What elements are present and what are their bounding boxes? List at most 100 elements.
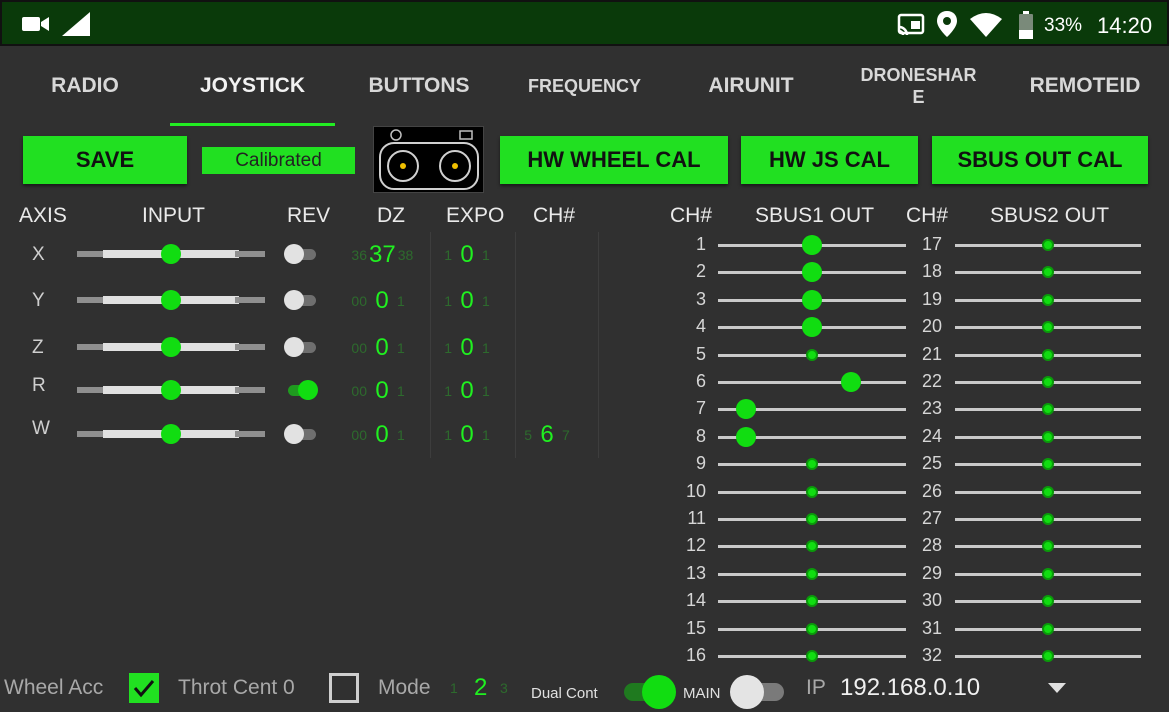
mode-picker[interactable]: 1 2 3 bbox=[450, 673, 514, 703]
picker-next: 1 bbox=[482, 340, 490, 356]
dual-cont-label: Dual Cont bbox=[531, 685, 598, 702]
picker-prev: 1 bbox=[444, 293, 452, 309]
dual-cont-toggle[interactable] bbox=[622, 675, 678, 709]
dz-picker[interactable]: 00 0 1 bbox=[345, 333, 411, 363]
expo-picker[interactable]: 101 bbox=[430, 376, 496, 406]
slider-thumb[interactable] bbox=[161, 424, 181, 444]
wheel-acc-checkbox[interactable] bbox=[129, 673, 159, 703]
tab-frequency[interactable]: FREQUENCY bbox=[503, 50, 666, 122]
picker-prev: 5 bbox=[524, 427, 532, 443]
tab-joystick[interactable]: JOYSTICK bbox=[170, 50, 335, 122]
picker-prev: 1 bbox=[444, 247, 452, 263]
slider-thumb[interactable] bbox=[161, 380, 181, 400]
battery-icon bbox=[1019, 11, 1033, 39]
ip-value[interactable]: 192.168.0.10 bbox=[840, 674, 980, 702]
sbus-channel-number: 18 bbox=[921, 261, 942, 282]
axis-label: Z bbox=[32, 337, 44, 358]
header-rev: REV bbox=[287, 204, 331, 227]
main-toggle[interactable] bbox=[730, 675, 786, 709]
save-button[interactable]: SAVE bbox=[23, 136, 187, 184]
axis-rev-toggle[interactable] bbox=[284, 335, 318, 359]
sbus-channel-bar bbox=[955, 536, 1141, 556]
sbus-channel-number: 8 bbox=[695, 425, 706, 446]
dropdown-arrow-icon[interactable] bbox=[1048, 683, 1066, 695]
picker-next: 1 bbox=[482, 247, 490, 263]
dz-picker[interactable]: 00 0 1 bbox=[345, 420, 411, 450]
sbus-bar-marker bbox=[1042, 348, 1054, 361]
sbus-channel-bar bbox=[718, 482, 906, 502]
picker-value: 0 bbox=[460, 377, 474, 404]
sbus-channel-number: 17 bbox=[921, 234, 942, 254]
slider-track-right bbox=[234, 251, 265, 257]
sbus-channel-bar bbox=[718, 317, 906, 338]
ch-picker[interactable] bbox=[510, 240, 576, 270]
mode-prev: 1 bbox=[450, 680, 458, 696]
picker-value: 0 bbox=[460, 334, 474, 361]
ch-picker[interactable] bbox=[510, 333, 576, 363]
dz-picker[interactable]: 00 0 1 bbox=[345, 286, 411, 316]
sbus-bar-marker bbox=[1042, 485, 1054, 498]
axis-rev-toggle[interactable] bbox=[284, 288, 318, 312]
axis-rev-toggle[interactable] bbox=[284, 378, 318, 402]
expo-picker[interactable]: 101 bbox=[430, 286, 496, 316]
sbus-channel-bar bbox=[718, 509, 906, 529]
sbus-bar-marker bbox=[802, 262, 822, 283]
expo-picker[interactable]: 101 bbox=[430, 420, 496, 450]
header-sbus1-out: SBUS1 OUT bbox=[755, 204, 875, 227]
sbus-channel-bar bbox=[718, 536, 906, 556]
sbus-out-cal-button[interactable]: SBUS OUT CAL bbox=[932, 136, 1148, 184]
dz-picker[interactable]: 36 37 38 bbox=[345, 240, 414, 270]
tab-droneshare[interactable]: DRONESHAR E bbox=[846, 50, 991, 122]
expo-picker[interactable]: 101 bbox=[430, 240, 496, 270]
ch-picker[interactable]: 567 bbox=[510, 420, 576, 450]
axis-rev-toggle[interactable] bbox=[284, 422, 318, 446]
tab-buttons[interactable]: BUTTONS bbox=[345, 50, 493, 122]
tab-airunit[interactable]: AIRUNIT bbox=[676, 50, 826, 122]
ch-picker[interactable] bbox=[510, 376, 576, 406]
mode-label: Mode bbox=[378, 676, 431, 699]
hw-js-cal-button[interactable]: HW JS CAL bbox=[741, 136, 918, 184]
axis-input-slider[interactable] bbox=[77, 335, 265, 359]
sbus-channel-bar bbox=[718, 454, 906, 474]
picker-value: 6 bbox=[540, 421, 554, 448]
axis-rev-toggle[interactable] bbox=[284, 242, 318, 266]
sbus-bar-marker bbox=[1042, 403, 1054, 416]
sbus-channel-number: 27 bbox=[921, 508, 942, 528]
sbus-channel-number: 7 bbox=[695, 398, 706, 419]
header-ch-sbus2: CH# bbox=[906, 204, 949, 227]
slider-thumb[interactable] bbox=[161, 337, 181, 357]
toggle-knob bbox=[284, 424, 304, 444]
picker-next: 1 bbox=[397, 340, 405, 356]
picker-prev: 00 bbox=[351, 340, 367, 356]
sbus-channel-bar bbox=[955, 482, 1141, 502]
expo-picker[interactable]: 101 bbox=[430, 333, 496, 363]
cast-icon bbox=[897, 13, 925, 36]
tab-remoteid[interactable]: REMOTEID bbox=[1006, 50, 1164, 122]
axis-input-slider[interactable] bbox=[77, 378, 265, 402]
axis-input-slider[interactable] bbox=[77, 422, 265, 446]
clock: 14:20 bbox=[1097, 13, 1153, 38]
tab-radio[interactable]: RADIO bbox=[20, 50, 150, 122]
sbus-channel-number: 24 bbox=[921, 425, 942, 446]
controller-icon bbox=[379, 129, 479, 190]
picker-prev: 00 bbox=[351, 383, 367, 399]
mode-next: 3 bbox=[500, 680, 508, 696]
slider-thumb[interactable] bbox=[161, 290, 181, 310]
sbus-channel-number: 12 bbox=[685, 535, 706, 556]
ip-label: IP bbox=[806, 676, 826, 699]
picker-next: 38 bbox=[397, 247, 414, 263]
picker-next: 1 bbox=[482, 293, 490, 309]
sbus-bar-marker bbox=[1042, 513, 1054, 525]
mode-value: 2 bbox=[474, 674, 488, 701]
picker-separator bbox=[430, 232, 431, 458]
dz-picker[interactable]: 00 0 1 bbox=[345, 376, 411, 406]
sbus-bar-marker bbox=[802, 289, 822, 310]
sbus-channel-number: 15 bbox=[685, 617, 706, 638]
ch-picker[interactable] bbox=[510, 286, 576, 316]
throt-cent-checkbox[interactable] bbox=[329, 673, 359, 703]
hw-wheel-cal-button[interactable]: HW WHEEL CAL bbox=[500, 136, 728, 184]
axis-input-slider[interactable] bbox=[77, 242, 265, 266]
axis-input-slider[interactable] bbox=[77, 288, 265, 312]
header-input: INPUT bbox=[142, 204, 205, 227]
slider-thumb[interactable] bbox=[161, 244, 181, 264]
